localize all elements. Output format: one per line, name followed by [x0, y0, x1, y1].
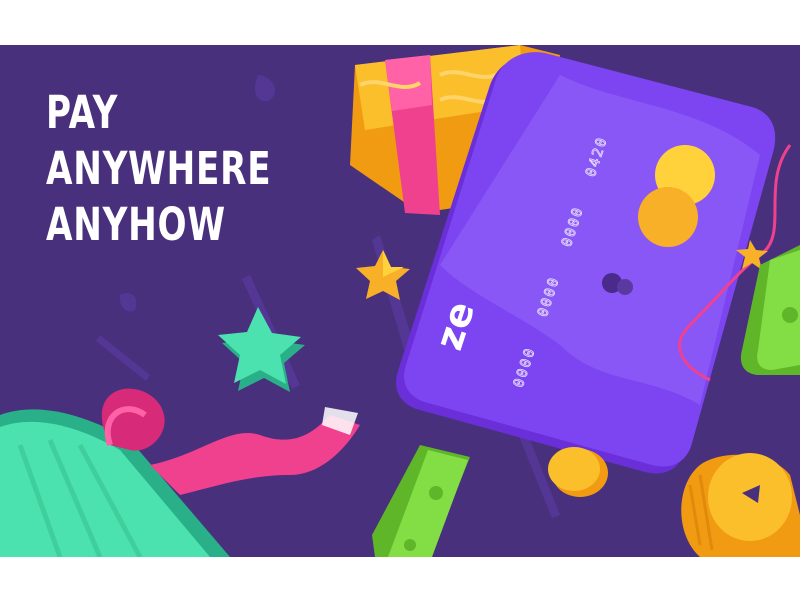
- headline-line-3: ANYHOW: [46, 198, 226, 251]
- banknote-bottom: [372, 445, 470, 557]
- hero-banner: ze 0000 0000 0000 0420 PAY ANYWHERE ANYH…: [0, 45, 800, 557]
- headline-line-1: PAY: [46, 86, 119, 139]
- headline: PAY ANYWHERE ANYHOW: [46, 85, 343, 253]
- headline-line-2: ANYWHERE: [46, 142, 272, 195]
- coin-icon: [681, 453, 800, 557]
